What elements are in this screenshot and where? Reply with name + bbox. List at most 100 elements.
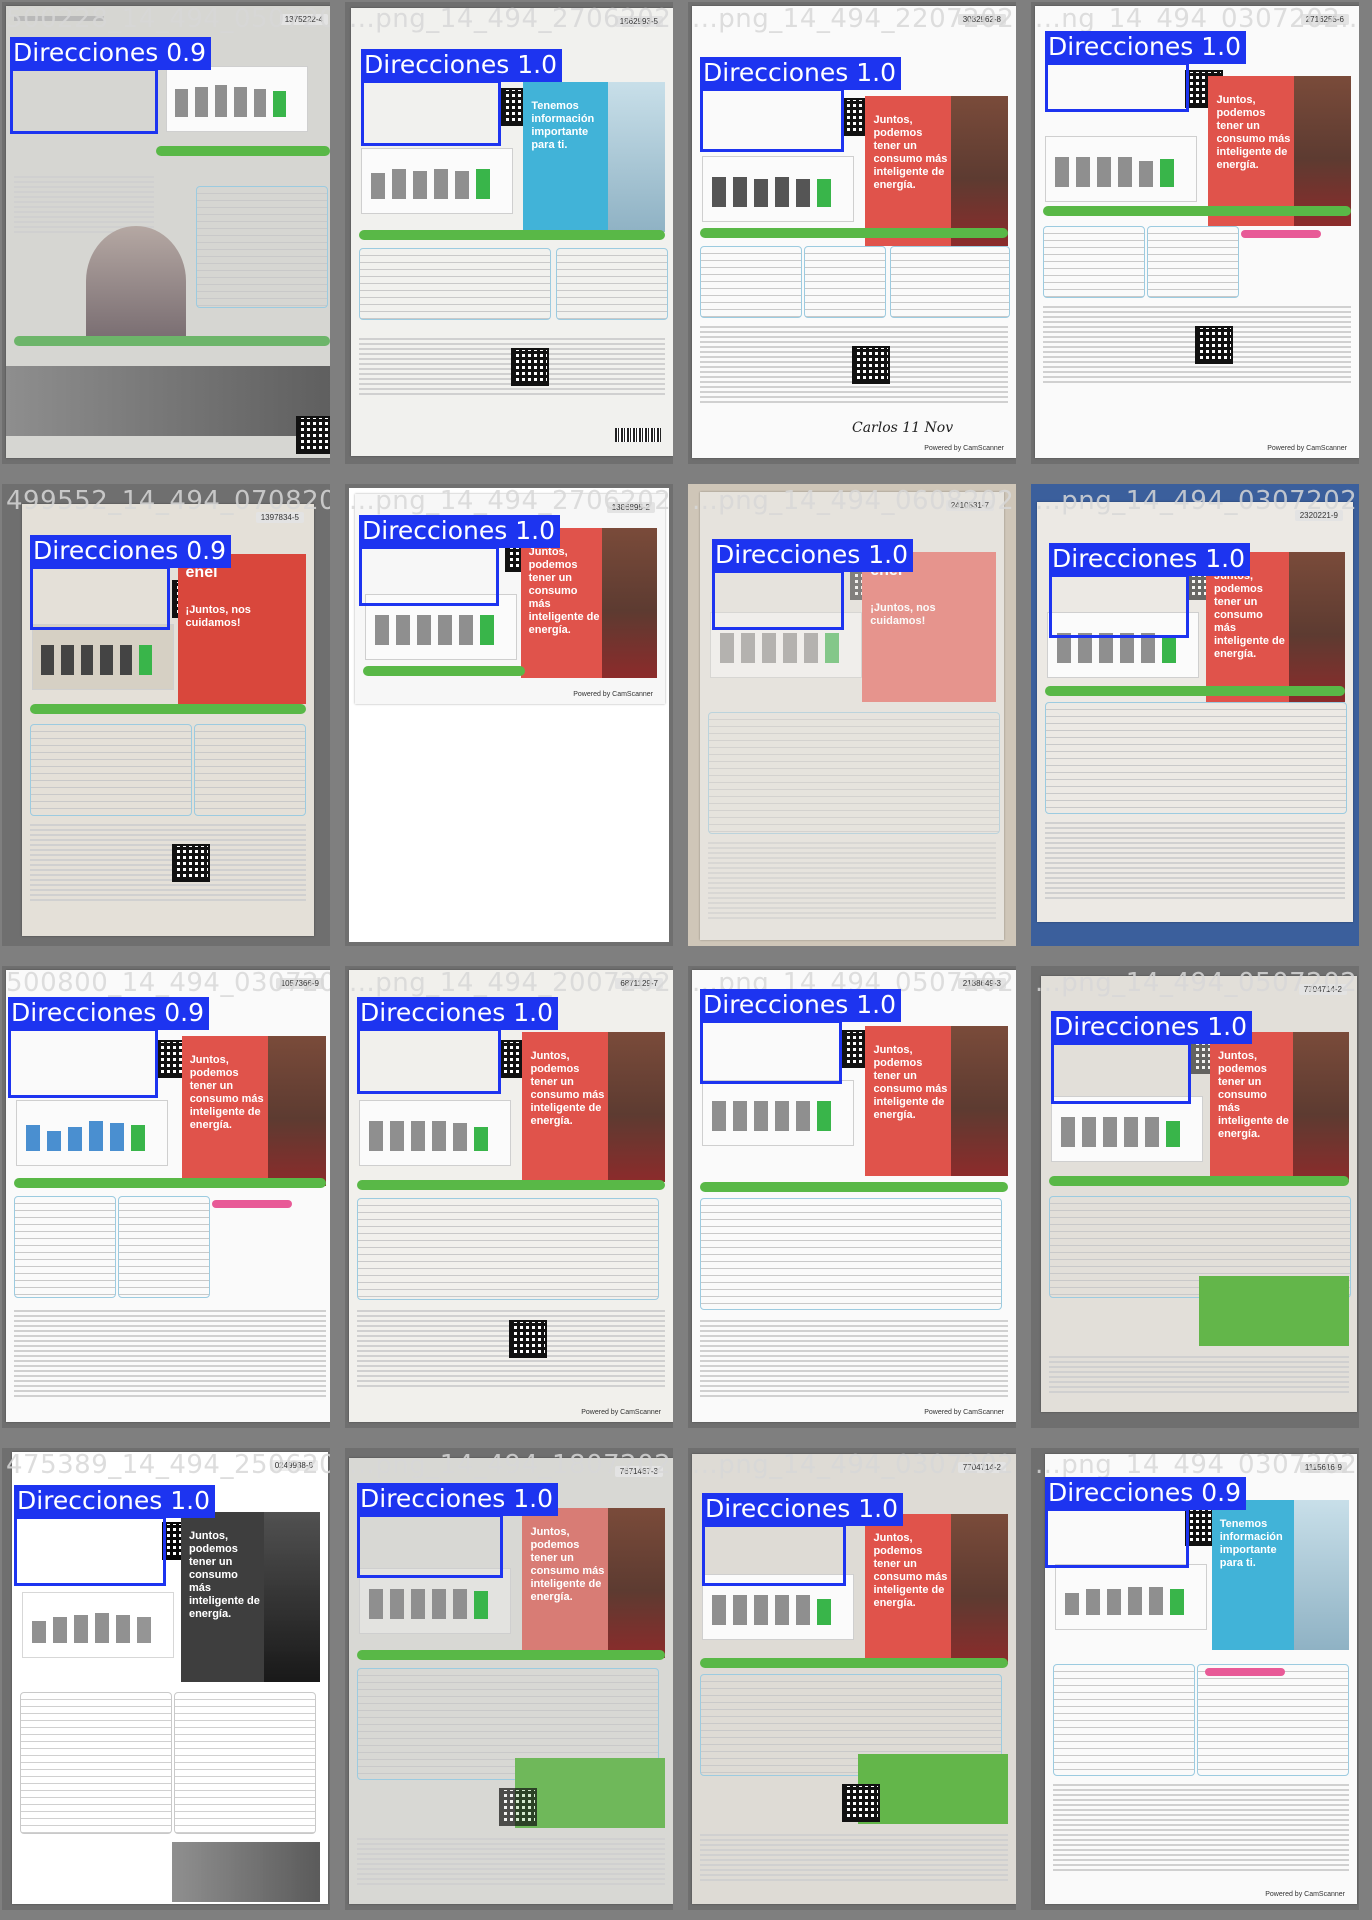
tile-11: 2188649-3 Juntos, podemos tener un consu… — [688, 966, 1016, 1428]
promo-banner: Juntos, podemos tener un consumo más int… — [180, 1512, 320, 1682]
detection-box: Direcciones 1.0 — [357, 1483, 558, 1578]
detection-label: Direcciones 1.0 — [700, 989, 901, 1022]
detection-box: Direcciones 1.0 — [1045, 31, 1246, 112]
file-name: ...png_14_494_0307202... — [692, 1450, 1016, 1480]
detection-box: Direcciones 1.0 — [361, 49, 562, 146]
promo-banner: Tenemos información importante para ti. — [1211, 1500, 1349, 1650]
detection-label: Direcciones 1.0 — [14, 1485, 215, 1518]
detection-label: Direcciones 1.0 — [359, 515, 560, 548]
detection-box: Direcciones 1.0 — [702, 1493, 903, 1586]
detection-box: Direcciones 1.0 — [700, 989, 901, 1084]
promo-banner: Juntos, podemos tener un consumo más int… — [522, 1032, 665, 1182]
qr-code — [499, 1788, 537, 1826]
tile-3: 3082962-8 Juntos, podemos tener un consu… — [688, 2, 1016, 464]
tile-14: 7671467-3 Juntos, podemos tener un consu… — [345, 1448, 673, 1910]
detection-label: Direcciones 1.0 — [702, 1493, 903, 1526]
scanner-watermark: Powered by CamScanner — [924, 1409, 1004, 1416]
detection-label: Direcciones 1.0 — [1045, 31, 1246, 64]
tile-10: 6871129-7 Juntos, podemos tener un consu… — [345, 966, 673, 1428]
detection-box: Direcciones 1.0 — [1051, 1011, 1252, 1104]
detection-box: Direcciones 0.9 — [1045, 1477, 1246, 1568]
file-name: ...png_14_494_2706202... — [349, 486, 673, 516]
detection-box: Direcciones 1.0 — [357, 997, 558, 1094]
promo-banner: Juntos, podemos tener un consumo más int… — [1209, 1032, 1349, 1182]
signature: Carlos 11 Nov — [852, 420, 954, 436]
detection-label: Direcciones 0.9 — [30, 535, 231, 568]
promo-banner: Juntos, podemos tener un consumo más int… — [520, 528, 657, 678]
tile-12: 7704714-2 Juntos, podemos tener un consu… — [1031, 966, 1359, 1428]
detection-label: Direcciones 1.0 — [700, 57, 901, 90]
qr-code — [172, 844, 210, 882]
consumption-chart — [16, 1100, 168, 1166]
tile-4: 2716255-6 Juntos, podemos tener un consu… — [1031, 2, 1359, 464]
promo-banner: Juntos, podemos tener un consumo más int… — [522, 1508, 665, 1658]
scanner-watermark: Powered by CamScanner — [573, 691, 653, 698]
consumption-chart — [1045, 136, 1197, 202]
detection-box: Direcciones 1.0 — [14, 1485, 215, 1586]
tile-8: 2320221-9 Juntos, podemos tener un consu… — [1031, 484, 1359, 946]
street-photo — [6, 366, 330, 436]
qr-code — [842, 1784, 880, 1822]
promo-banner: Juntos, podemos tener un consumo más int… — [865, 1514, 1008, 1664]
consumption-chart — [361, 148, 513, 214]
detection-grid: 1375222-4 500228_14_494_0507202... Direc… — [0, 0, 1372, 1920]
file-name: ...png_14_494_2706202... — [349, 4, 673, 34]
file-name: ...png_14_494_0608202... — [692, 486, 1016, 516]
detection-label: Direcciones 1.0 — [1051, 1011, 1252, 1044]
detection-box: Direcciones 1.0 — [712, 539, 913, 630]
consumption-chart — [702, 1080, 854, 1146]
file-name: ...ng_14_494_0307202... — [1035, 4, 1359, 34]
detection-label: Direcciones 0.9 — [8, 997, 209, 1030]
file-name: ...png_14_494_2207202... — [692, 4, 1016, 34]
detection-label: Direcciones 1.0 — [357, 1483, 558, 1516]
tile-6: 1386895-2 Juntos, podemos tener un consu… — [345, 484, 673, 946]
green-promo — [1199, 1276, 1349, 1346]
promo-banner: Juntos, podemos tener un consumo más int… — [865, 1026, 1008, 1176]
consumption-chart — [1055, 1564, 1207, 1630]
consumption-chart — [22, 1592, 174, 1658]
file-name: 500800_14_494_0307202... — [6, 968, 330, 998]
detection-label: Direcciones 1.0 — [361, 49, 562, 82]
detection-box: Direcciones 1.0 — [700, 57, 901, 152]
file-name: ...png_14_494_2007202... — [349, 968, 673, 998]
file-name: 475389_14_494_2506202... — [6, 1450, 330, 1480]
file-name: ...png_14_494_1807202... — [349, 1450, 673, 1480]
tile-5: 1397834-5 enel ¡Juntos, nos cuidamos! 49… — [2, 484, 330, 946]
detection-label: Direcciones 0.9 — [1045, 1477, 1246, 1510]
consumption-chart — [1051, 1096, 1203, 1162]
detection-box: Direcciones 0.9 — [8, 997, 209, 1098]
file-name: ...png_14_494_0507202... — [1035, 968, 1359, 998]
promo-banner: Juntos, podemos tener un consumo más int… — [181, 1036, 326, 1186]
qr-code — [509, 1320, 547, 1358]
consumption-chart — [359, 1100, 511, 1166]
tile-2: 1862993-5 Tenemos información importante… — [345, 2, 673, 464]
detection-label: Direcciones 1.0 — [712, 539, 913, 572]
detection-box: Direcciones 1.0 — [1049, 543, 1250, 638]
scanner-watermark: Powered by CamScanner — [1267, 445, 1347, 452]
consumption-chart — [166, 66, 308, 132]
detection-box: Direcciones 0.9 — [30, 535, 231, 630]
scanner-watermark: Powered by CamScanner — [1265, 1891, 1345, 1898]
qr-code — [1195, 326, 1233, 364]
consumption-chart — [32, 624, 174, 690]
detection-label: Direcciones 1.0 — [1049, 543, 1250, 576]
qr-code — [511, 348, 549, 386]
scanner-watermark: Powered by CamScanner — [581, 1409, 661, 1416]
tile-16: 1115616-9 Tenemos información importante… — [1031, 1448, 1359, 1910]
promo-banner: enel ¡Juntos, nos cuidamos! — [862, 552, 996, 702]
promo-banner: Juntos, podemos tener un consumo más int… — [1208, 76, 1351, 226]
woman-photo — [86, 226, 186, 336]
green-promo — [515, 1758, 665, 1828]
qr-code — [852, 346, 890, 384]
file-name: ...png_14_494_0307202... — [1035, 1450, 1359, 1480]
file-name: 500228_14_494_0507202... — [6, 4, 330, 34]
detection-label: Direcciones 1.0 — [357, 997, 558, 1030]
tile-1: 1375222-4 500228_14_494_0507202... Direc… — [2, 2, 330, 464]
promo-banner: enel ¡Juntos, nos cuidamos! — [177, 554, 306, 704]
promo-banner: Juntos, podemos tener un consumo más int… — [865, 96, 1008, 246]
scanner-watermark: Powered by CamScanner — [924, 445, 1004, 452]
tile-13: 0249938-8 Juntos, podemos tener un consu… — [2, 1448, 330, 1910]
tile-7: 2410531-7 enel ¡Juntos, nos cuidamos! ..… — [688, 484, 1016, 946]
qr-code — [296, 416, 330, 454]
detection-label: Direcciones 0.9 — [10, 37, 211, 70]
